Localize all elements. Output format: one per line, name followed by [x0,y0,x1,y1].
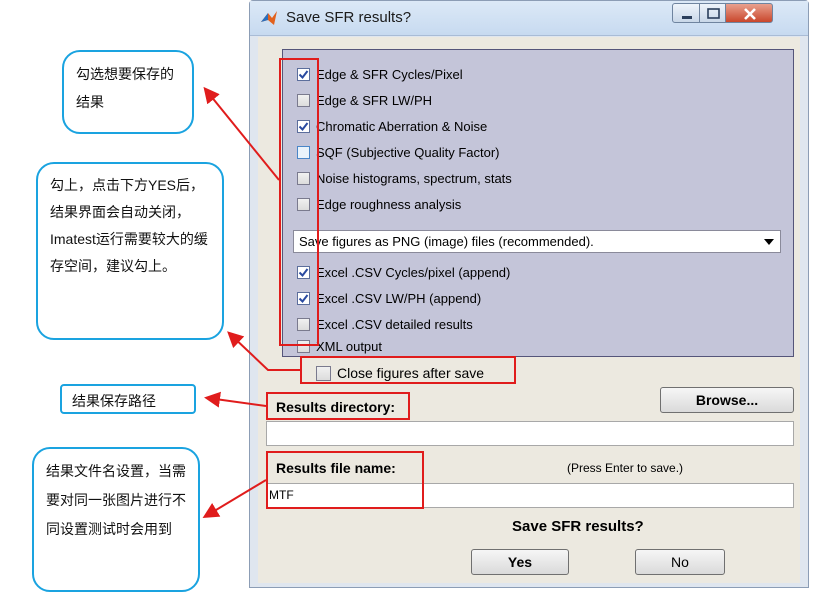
dropdown-arrow-icon [764,239,774,245]
annotation-rect-checkboxes [279,58,319,346]
checkbox-csv-detailed[interactable]: Excel .CSV detailed results [297,314,473,334]
checkbox-label: Edge & SFR LW/PH [316,92,433,108]
checkbox-label: SQF (Subjective Quality Factor) [316,144,500,160]
figure-format-value: Save figures as PNG (image) files (recom… [299,234,594,249]
checkbox-label: Edge roughness analysis [316,196,462,212]
callout-close-figures: 勾上，点击下方YES后，结果界面会自动关闭，Imatest运行需要较大的缓存空间… [36,162,224,340]
results-options-panel: Edge & SFR Cycles/Pixel Edge & SFR LW/PH… [282,49,794,357]
checkbox-label: Excel .CSV detailed results [316,316,473,332]
close-icon [744,8,756,20]
yes-button[interactable]: Yes [471,549,569,575]
checkbox-csv-cycles[interactable]: Excel .CSV Cycles/pixel (append) [297,262,510,282]
checkbox-label: Excel .CSV Cycles/pixel (append) [316,264,511,280]
checkbox-edge-sfr-cycles[interactable]: Edge & SFR Cycles/Pixel [297,64,463,84]
maximize-button[interactable] [699,3,726,23]
checkbox-label: Noise histograms, spectrum, stats [316,170,512,186]
callout-save-path: 结果保存路径 [60,384,196,414]
close-button[interactable] [725,3,773,23]
checkbox-edge-roughness[interactable]: Edge roughness analysis [297,194,461,214]
checkbox-sqf[interactable]: SQF (Subjective Quality Factor) [297,142,500,162]
annotation-rect-close-figures [300,356,516,384]
confirm-question: Save SFR results? [512,518,644,535]
checkbox-csv-lwph[interactable]: Excel .CSV LW/PH (append) [297,288,481,308]
checkbox-label: Excel .CSV LW/PH (append) [316,290,482,306]
annotation-rect-file-name [266,451,424,509]
checkbox-chromatic-aberration[interactable]: Chromatic Aberration & Noise [297,116,487,136]
figure-format-select[interactable]: Save figures as PNG (image) files (recom… [293,230,781,253]
checkbox-label: XML output [316,338,383,354]
callout-select-results: 勾选想要保存的结果 [62,50,194,134]
callout-file-name: 结果文件名设置，当需要对同一张图片进行不同设置测试时会用到 [32,447,200,592]
checkbox-label: Chromatic Aberration & Noise [316,118,488,134]
press-enter-hint: (Press Enter to save.) [567,461,684,475]
checkbox-label: Edge & SFR Cycles/Pixel [316,66,463,82]
title-bar: Save SFR results? [250,1,808,36]
minimize-button[interactable] [672,3,700,23]
matlab-icon [261,11,277,25]
results-directory-input[interactable] [266,421,794,446]
no-button[interactable]: No [635,549,725,575]
checkbox-noise-histograms[interactable]: Noise histograms, spectrum, stats [297,168,512,188]
browse-button[interactable]: Browse... [660,387,794,413]
window-title: Save SFR results? [286,9,412,26]
annotation-rect-results-directory [266,392,410,420]
